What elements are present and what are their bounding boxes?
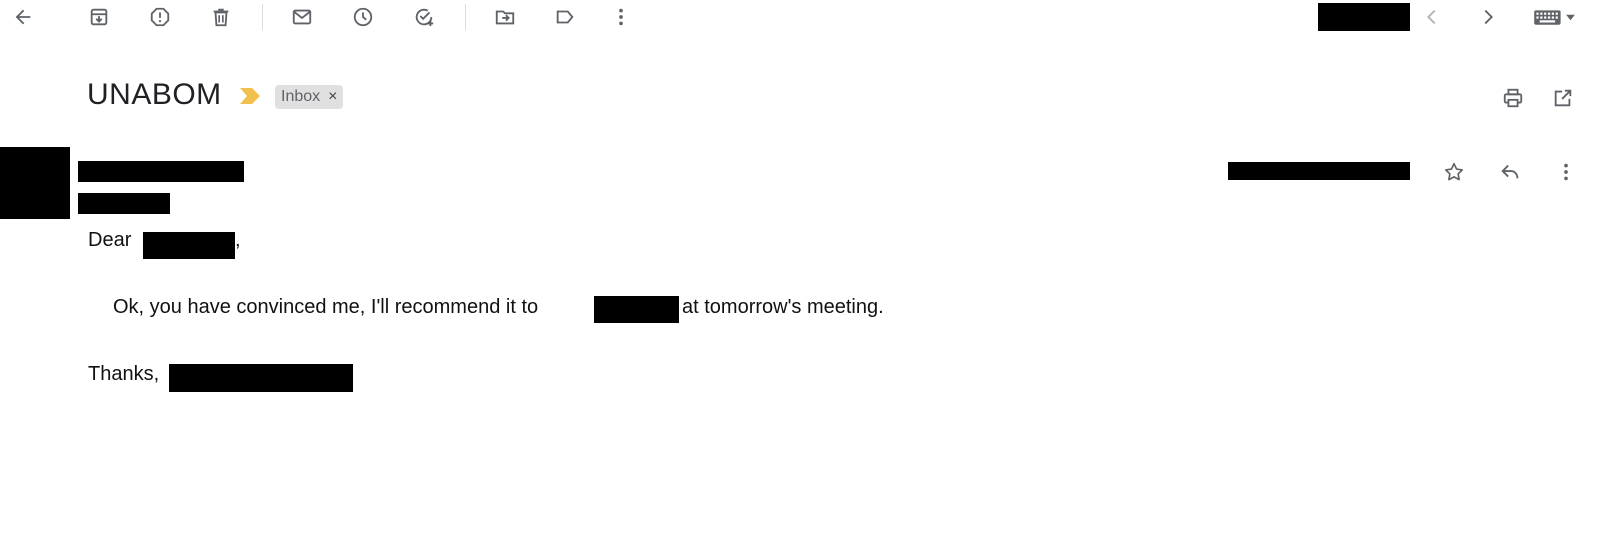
redacted-pagination-count [1318, 3, 1410, 31]
trash-icon[interactable] [203, 0, 239, 35]
body-greeting: Dear [88, 229, 132, 251]
back-arrow-icon[interactable] [5, 0, 41, 35]
redacted-sender-name [78, 161, 244, 182]
keyboard-icon[interactable] [1524, 0, 1584, 35]
more-vert-icon[interactable] [603, 0, 639, 35]
redacted-name-in-body [594, 296, 679, 323]
body-signoff: Thanks, [88, 363, 160, 385]
report-spam-icon[interactable] [142, 0, 178, 35]
message-more-vert-icon[interactable] [1548, 154, 1584, 190]
clock-icon[interactable] [345, 0, 381, 35]
inbox-label-chip[interactable]: Inbox × [275, 85, 344, 109]
add-task-icon[interactable] [406, 0, 442, 35]
star-icon[interactable] [1436, 154, 1472, 190]
redacted-date [1228, 162, 1410, 180]
redacted-recipient [78, 193, 170, 214]
chevron-right-icon[interactable] [1470, 0, 1506, 35]
important-marker-icon[interactable] [240, 88, 260, 109]
chevron-left-icon[interactable] [1414, 0, 1450, 35]
message-subject: UNABOM [87, 78, 222, 111]
move-to-folder-icon[interactable] [487, 0, 523, 35]
redacted-signature [169, 364, 353, 392]
avatar [0, 147, 70, 219]
print-icon[interactable] [1495, 80, 1531, 116]
redacted-recipient-name [143, 232, 235, 259]
open-in-new-window-icon[interactable] [1545, 80, 1581, 116]
remove-label-icon[interactable]: × [328, 88, 337, 106]
label-icon[interactable] [547, 0, 583, 35]
toolbar-divider [262, 4, 263, 30]
mail-icon[interactable] [284, 0, 320, 35]
body-line-1-start: Ok, you have convinced me, I'll recommen… [113, 296, 539, 318]
archive-icon[interactable] [81, 0, 117, 35]
body-greeting-comma: , [235, 229, 241, 251]
reply-icon[interactable] [1492, 154, 1528, 190]
inbox-label-text: Inbox [281, 88, 321, 105]
toolbar-divider [465, 4, 466, 30]
body-line-1-end: at tomorrow's meeting. [682, 296, 884, 318]
